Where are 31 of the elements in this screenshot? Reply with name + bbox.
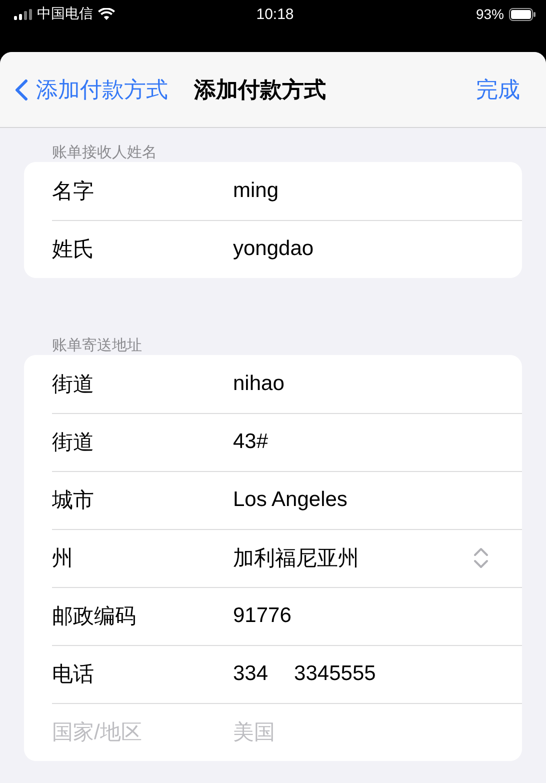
input-field[interactable]: 43# (233, 430, 494, 454)
field-label: 名字 (52, 178, 95, 204)
state-picker[interactable]: 加利福尼亚州 (233, 544, 473, 572)
field-label: 街道 (52, 372, 95, 398)
field-label: 城市 (52, 488, 95, 514)
field-label: 邮政编码 (52, 604, 137, 630)
field-label: 街道 (52, 430, 95, 456)
input-field[interactable]: ming (233, 178, 494, 202)
clock: 10:18 (256, 6, 294, 22)
wifi-icon (98, 8, 115, 20)
page-title: 添加付款方式 (194, 76, 327, 104)
input-field[interactable]: nihao (233, 372, 494, 396)
input-field[interactable]: Los Angeles (233, 488, 494, 512)
field-label: 国家/地区 (52, 720, 143, 746)
section-header: 账单接收人姓名 (51, 142, 158, 162)
field-label: 电话 (52, 662, 95, 688)
back-button[interactable]: 添加付款方式 (14, 74, 168, 104)
section-header: 账单寄送地址 (51, 336, 143, 355)
phone-field[interactable]: 3345555 (294, 662, 494, 686)
done-button[interactable]: 完成 (476, 74, 520, 104)
input-field[interactable]: yongdao (233, 237, 494, 261)
input-field[interactable]: 91776 (233, 604, 494, 628)
field-label: 州 (52, 546, 74, 572)
area-code-field[interactable]: 334 (233, 662, 268, 686)
carrier-name: 中国电信 (37, 5, 93, 23)
battery-icon (509, 8, 536, 20)
up-down-chevron-icon (473, 546, 489, 570)
field-label: 姓氏 (52, 237, 95, 263)
signal-icon (14, 8, 32, 20)
back-chevron-icon (14, 78, 28, 100)
battery-percent: 93% (476, 6, 504, 22)
